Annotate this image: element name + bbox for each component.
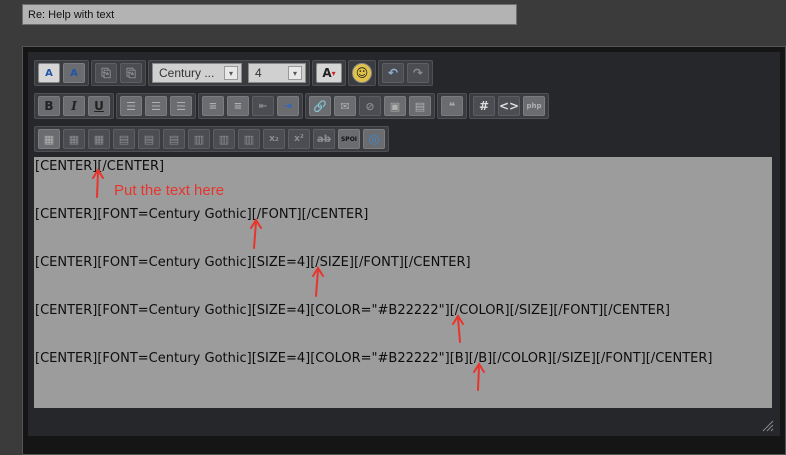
arrow-up-icon <box>312 266 324 297</box>
annotation-arrows <box>92 168 485 391</box>
arrow-up-icon <box>452 314 464 343</box>
arrow-up-icon <box>92 168 104 198</box>
arrow-up-icon <box>250 218 262 249</box>
resize-grip-icon[interactable] <box>760 418 774 432</box>
arrow-up-icon <box>473 362 485 391</box>
